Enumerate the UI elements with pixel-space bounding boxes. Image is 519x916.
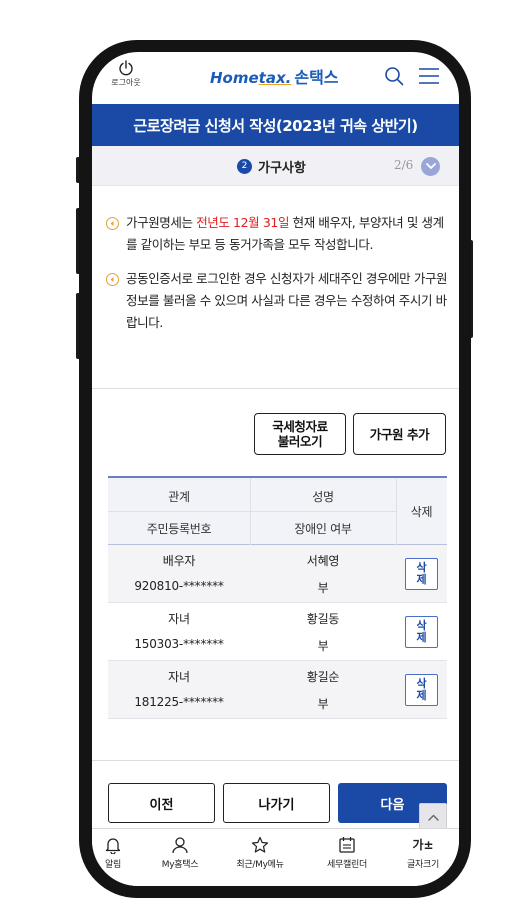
delete-row-button[interactable]: 삭 제 xyxy=(405,616,438,648)
calendar-icon xyxy=(339,837,355,853)
delete-label: 제 xyxy=(416,631,427,644)
cell-relation: 자녀 xyxy=(168,670,190,684)
tab-font-size[interactable]: 가± 글자크기 xyxy=(392,836,454,870)
chevron-down-icon xyxy=(425,163,436,169)
step-name: 가구사항 xyxy=(258,161,306,176)
tab-alert-label: 알림 xyxy=(105,860,121,870)
logout-button[interactable]: 로그아웃 xyxy=(106,60,146,88)
power-icon xyxy=(119,60,133,76)
delete-label: 제 xyxy=(416,573,427,586)
hometax-logo[interactable]: Home tax. 손택스 xyxy=(210,64,339,88)
notice-text: 가구원명세는 xyxy=(126,215,197,230)
cell-disability: 부 xyxy=(317,697,329,711)
load-nts-data-button[interactable]: 국세청자료 불러오기 xyxy=(254,413,346,455)
chevron-up-icon xyxy=(427,814,439,821)
top-header: 로그아웃 Home tax. 손택스 xyxy=(92,52,459,100)
bullet-arrow-icon xyxy=(106,273,119,286)
scroll-top-button[interactable] xyxy=(419,803,447,831)
logo-tax: tax. xyxy=(258,69,292,87)
header-relation: 관계 xyxy=(168,490,190,504)
household-table: 관계 성명 주민등록번호 장애인 여부 삭제 배우자 서혜영 920810-**… xyxy=(108,476,447,719)
notice-item: 공동인증서로 로그인한 경우 신청자가 세대주인 경우에만 가구원정보를 불러올… xyxy=(106,268,448,334)
notice-text: 공동인증서로 로그인한 경우 신청자가 세대주인 경우에만 가구원정보를 불러올… xyxy=(126,271,448,330)
table-row: 배우자 서혜영 920810-******* 부 삭 제 xyxy=(108,545,447,603)
prev-button[interactable]: 이전 xyxy=(108,783,215,823)
logo-home: Home xyxy=(210,69,259,87)
section-divider xyxy=(92,388,459,389)
load-nts-label-2: 불러오기 xyxy=(277,434,323,449)
load-nts-label-1: 국세청자료 xyxy=(272,419,328,434)
notice-list: 가구원명세는 전년도 12월 31일 현재 배우자, 부양자녀 및 생계를 같이… xyxy=(106,212,448,346)
step-progress: 2/6 xyxy=(394,158,414,172)
cell-disability: 부 xyxy=(317,639,329,653)
star-icon xyxy=(251,836,269,853)
header-disability: 장애인 여부 xyxy=(294,522,352,536)
cell-reg-no: 181225-******* xyxy=(134,695,224,709)
notice-item: 가구원명세는 전년도 12월 31일 현재 배우자, 부양자녀 및 생계를 같이… xyxy=(106,212,448,256)
bullet-arrow-icon xyxy=(106,217,119,230)
table-row: 자녀 황길순 181225-******* 부 삭 제 xyxy=(108,661,447,719)
logout-label: 로그아웃 xyxy=(111,78,141,87)
header-divider xyxy=(108,511,396,512)
search-icon xyxy=(385,67,404,86)
header-reg-no: 주민등록번호 xyxy=(146,522,212,536)
step-expand-button[interactable] xyxy=(421,157,440,176)
menu-button[interactable] xyxy=(418,67,440,89)
user-icon xyxy=(172,837,188,854)
cell-name: 서혜영 xyxy=(306,554,340,568)
tab-tax-calendar[interactable]: 세무캘린더 xyxy=(318,836,376,870)
notice-highlight: 전년도 12월 31일 xyxy=(196,215,290,230)
bell-icon xyxy=(105,838,121,854)
logo-sontax: 손택스 xyxy=(294,68,339,87)
table-header: 관계 성명 주민등록번호 장애인 여부 삭제 xyxy=(108,476,447,545)
table-row: 자녀 황길동 150303-******* 부 삭 제 xyxy=(108,603,447,661)
delete-row-button[interactable]: 삭 제 xyxy=(405,674,438,706)
header-name: 성명 xyxy=(312,490,334,504)
tab-font-label: 글자크기 xyxy=(407,860,439,870)
cell-name: 황길동 xyxy=(306,612,340,626)
delete-label: 제 xyxy=(416,689,427,702)
tab-recent-label: 최근/My메뉴 xyxy=(236,860,284,870)
cell-reg-no: 920810-******* xyxy=(134,579,224,593)
page-title: 근로장려금 신청서 작성(2023년 귀속 상반기) xyxy=(133,116,418,135)
bottom-tab-bar: 알림 My홈택스 최근/My메뉴 세무캘린더 가± 글자크기 xyxy=(92,828,459,886)
step-indicator: 2 가구사항 2/6 xyxy=(92,146,459,186)
exit-button[interactable]: 나가기 xyxy=(223,783,330,823)
cell-name: 황길순 xyxy=(306,670,340,684)
cell-reg-no: 150303-******* xyxy=(134,637,224,651)
tab-my-label: My홈택스 xyxy=(161,860,199,870)
tab-my-hometax[interactable]: My홈택스 xyxy=(150,836,210,870)
cell-relation: 배우자 xyxy=(162,554,196,568)
tab-calendar-label: 세무캘린더 xyxy=(327,860,367,870)
header-delete: 삭제 xyxy=(410,505,433,519)
add-household-member-button[interactable]: 가구원 추가 xyxy=(353,413,446,455)
cell-disability: 부 xyxy=(317,581,329,595)
cell-relation: 자녀 xyxy=(168,612,190,626)
phone-screen: 로그아웃 Home tax. 손택스 근로장려금 신청서 작성(2023년 귀속… xyxy=(92,52,459,886)
tab-alert[interactable]: 알림 xyxy=(98,836,128,870)
search-button[interactable] xyxy=(384,66,404,90)
delete-row-button[interactable]: 삭 제 xyxy=(405,558,438,590)
hamburger-menu-icon xyxy=(419,68,439,84)
step-number-badge: 2 xyxy=(237,159,252,174)
bottom-actions: 이전 나가기 다음 xyxy=(92,760,459,831)
font-size-icon: 가± xyxy=(412,838,434,852)
page-title-bar: 근로장려금 신청서 작성(2023년 귀속 상반기) xyxy=(92,104,459,146)
tab-recent-menu[interactable]: 최근/My메뉴 xyxy=(228,836,292,870)
